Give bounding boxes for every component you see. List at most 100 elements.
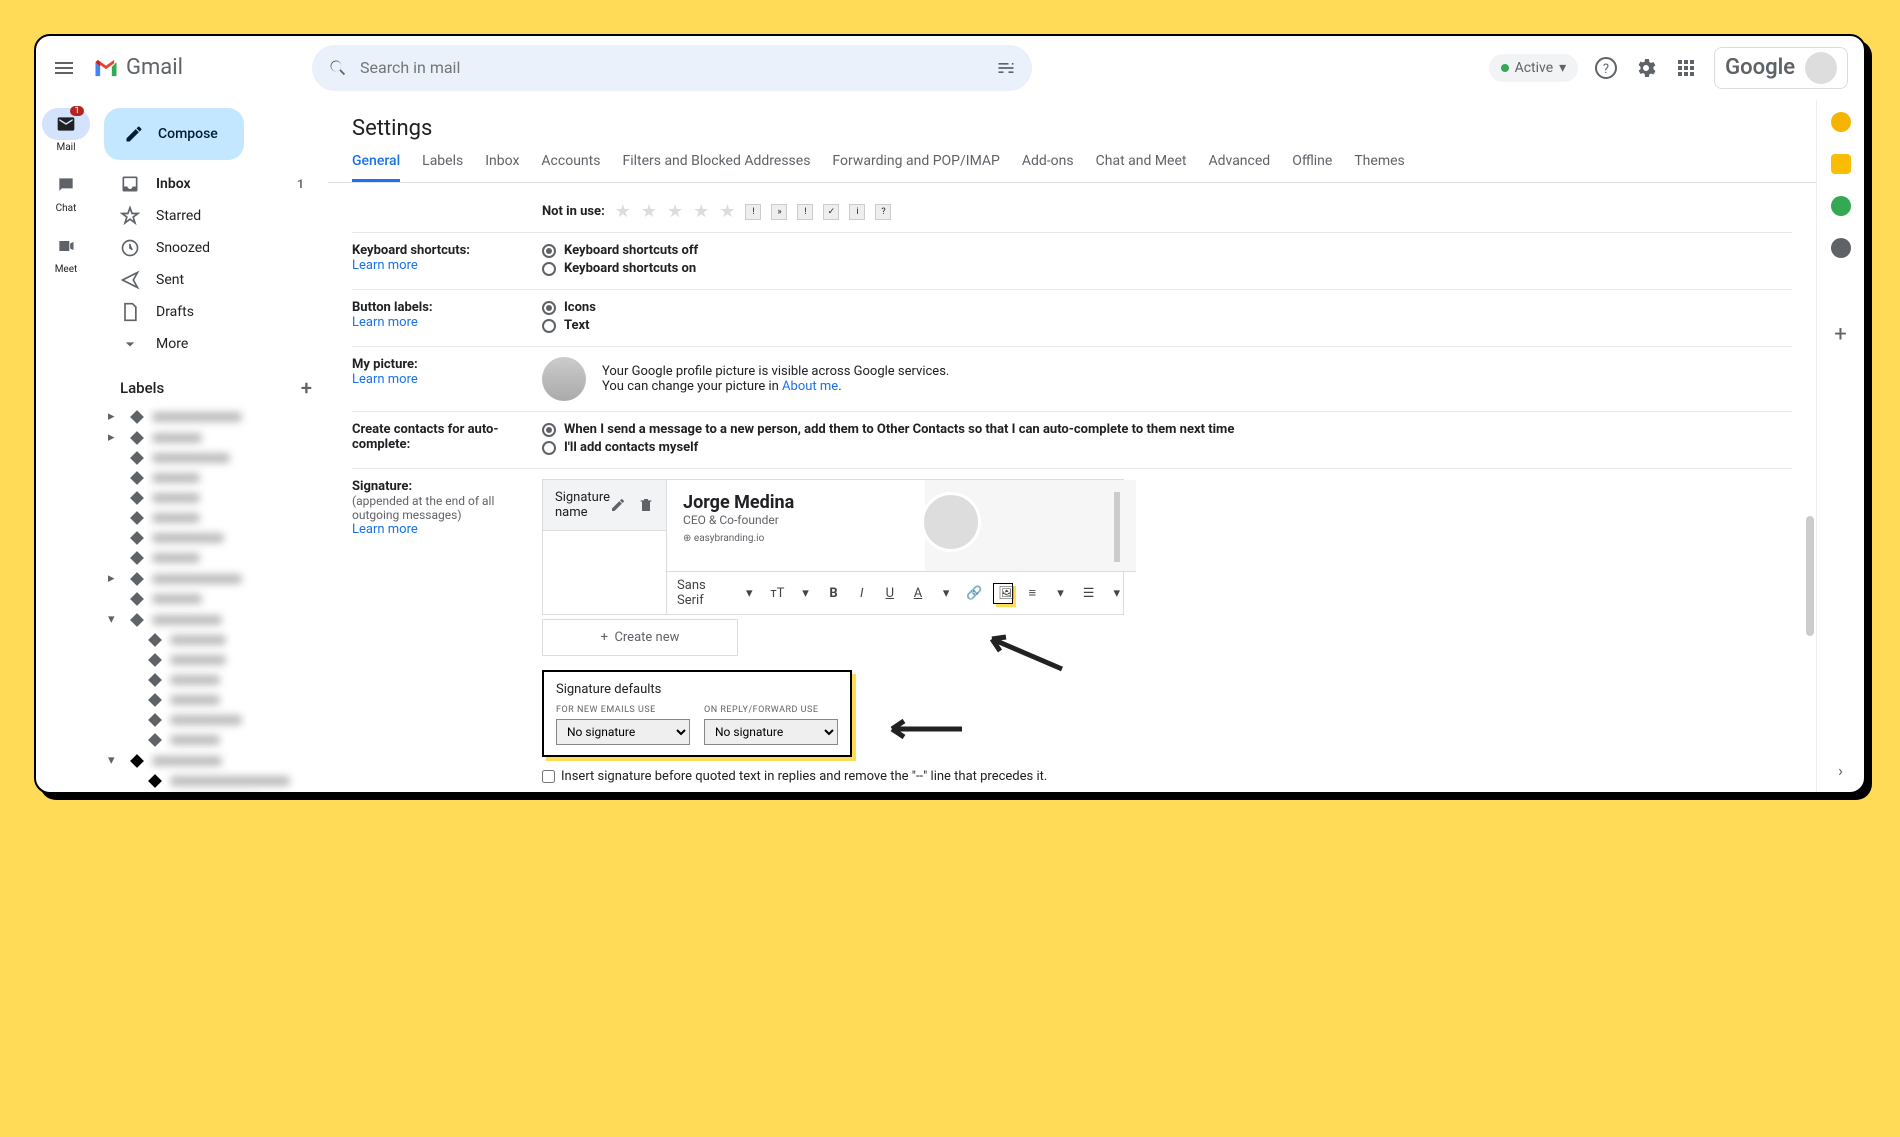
keep-icon[interactable] xyxy=(1831,112,1851,132)
tasks-icon[interactable] xyxy=(1831,196,1851,216)
plus-icon[interactable]: + xyxy=(301,376,312,400)
create-new-button[interactable]: + Create new xyxy=(542,619,738,656)
apps-icon[interactable] xyxy=(1674,56,1698,80)
image-icon[interactable]: 🖼 xyxy=(993,583,1013,604)
rail-chat[interactable]: Chat xyxy=(42,169,90,214)
label-item[interactable] xyxy=(96,791,328,792)
menu-icon[interactable] xyxy=(52,56,76,80)
label-item[interactable]: ▸ xyxy=(96,568,328,589)
priority-icon[interactable]: » xyxy=(771,204,787,220)
search-input[interactable] xyxy=(360,58,996,77)
radio[interactable] xyxy=(542,423,556,437)
star-icon[interactable]: ★ xyxy=(641,201,657,222)
gear-icon[interactable] xyxy=(1634,56,1658,80)
label-item[interactable] xyxy=(96,670,328,690)
radio[interactable] xyxy=(542,301,556,315)
sidebar-more[interactable]: More xyxy=(96,328,328,360)
tab-addons[interactable]: Add-ons xyxy=(1022,153,1074,182)
font-select[interactable]: Sans Serif xyxy=(677,578,730,608)
signature-preview[interactable]: Jorge Medina CEO & Co-founder ⊕ easybran… xyxy=(667,480,1136,572)
tab-chatmeet[interactable]: Chat and Meet xyxy=(1096,153,1187,182)
tab-inbox[interactable]: Inbox xyxy=(485,153,519,182)
label-item[interactable] xyxy=(96,710,328,730)
tab-general[interactable]: General xyxy=(352,153,400,182)
radio[interactable] xyxy=(542,441,556,455)
label-item[interactable] xyxy=(96,508,328,528)
learn-more-link[interactable]: Learn more xyxy=(352,258,542,273)
priority-icon[interactable]: ? xyxy=(875,204,891,220)
insert-before-checkbox[interactable] xyxy=(542,770,555,783)
label-item[interactable] xyxy=(96,589,328,609)
google-account[interactable]: Google xyxy=(1714,47,1848,89)
priority-icon[interactable]: ✓ xyxy=(823,204,839,220)
profile-picture[interactable] xyxy=(542,357,586,401)
learn-more-link[interactable]: Learn more xyxy=(352,372,542,387)
link-icon[interactable]: 🔗 xyxy=(965,586,983,601)
sidebar-starred[interactable]: Starred xyxy=(96,200,328,232)
label-item[interactable] xyxy=(96,468,328,488)
plus-icon[interactable]: + xyxy=(1834,322,1846,347)
sidebar-sent[interactable]: Sent xyxy=(96,264,328,296)
label-item[interactable] xyxy=(96,548,328,568)
learn-more-link[interactable]: Learn more xyxy=(352,522,542,537)
radio[interactable] xyxy=(542,262,556,276)
underline-icon[interactable]: U xyxy=(881,586,899,601)
text-color-icon[interactable]: A xyxy=(909,586,927,601)
tune-icon[interactable] xyxy=(996,58,1016,78)
on-reply-select[interactable]: No signature xyxy=(704,719,838,745)
logo[interactable]: Gmail xyxy=(92,54,312,82)
align-icon[interactable]: ≡ xyxy=(1023,585,1041,601)
label-item[interactable]: ▾ xyxy=(96,609,328,630)
radio[interactable] xyxy=(542,319,556,333)
scrollbar[interactable] xyxy=(1806,516,1814,636)
signature-name-row[interactable]: Signature name xyxy=(543,480,666,531)
italic-icon[interactable]: I xyxy=(853,586,871,601)
priority-icon[interactable]: ! xyxy=(797,204,813,220)
delete-icon[interactable] xyxy=(638,497,654,513)
tab-forwarding[interactable]: Forwarding and POP/IMAP xyxy=(832,153,999,182)
label-item[interactable] xyxy=(96,528,328,548)
list-icon[interactable]: ☰ xyxy=(1080,586,1098,601)
sidebar-snoozed[interactable]: Snoozed xyxy=(96,232,328,264)
search-bar[interactable] xyxy=(312,45,1032,91)
tab-offline[interactable]: Offline xyxy=(1292,153,1332,182)
text-size-icon[interactable]: тT xyxy=(768,586,786,601)
chevron-right-icon[interactable]: › xyxy=(1838,761,1843,780)
label-item[interactable] xyxy=(96,771,328,791)
label-item[interactable] xyxy=(96,488,328,508)
edit-icon[interactable] xyxy=(610,497,626,513)
label-item[interactable] xyxy=(96,650,328,670)
notes-icon[interactable] xyxy=(1831,154,1851,174)
star-icon[interactable]: ★ xyxy=(667,201,683,222)
chevron-down-icon[interactable]: ▾ xyxy=(1051,586,1069,601)
chevron-down-icon[interactable]: ▾ xyxy=(796,586,814,601)
rail-mail[interactable]: 1 Mail xyxy=(42,108,90,153)
priority-icon[interactable]: i xyxy=(849,204,865,220)
help-icon[interactable]: ? xyxy=(1594,56,1618,80)
chevron-down-icon[interactable]: ▾ xyxy=(937,586,955,601)
radio[interactable] xyxy=(542,244,556,258)
rail-meet[interactable]: Meet xyxy=(42,230,90,275)
tab-labels[interactable]: Labels xyxy=(422,153,463,182)
scrollbar[interactable] xyxy=(1114,492,1120,562)
learn-more-link[interactable]: Learn more xyxy=(352,315,542,330)
star-icon[interactable]: ★ xyxy=(719,201,735,222)
tab-accounts[interactable]: Accounts xyxy=(541,153,600,182)
avatar[interactable] xyxy=(1805,52,1837,84)
sidebar-inbox[interactable]: Inbox 1 xyxy=(96,168,328,200)
contacts-icon[interactable] xyxy=(1831,238,1851,258)
about-me-link[interactable]: About me xyxy=(782,379,838,394)
label-item[interactable]: ▸ xyxy=(96,427,328,448)
sidebar-drafts[interactable]: Drafts xyxy=(96,296,328,328)
for-new-select[interactable]: No signature xyxy=(556,719,690,745)
chevron-down-icon[interactable]: ▾ xyxy=(740,586,758,601)
label-item[interactable] xyxy=(96,730,328,750)
star-icon[interactable]: ★ xyxy=(693,201,709,222)
label-item[interactable]: ▾ xyxy=(96,750,328,771)
tab-advanced[interactable]: Advanced xyxy=(1208,153,1270,182)
label-item[interactable] xyxy=(96,630,328,650)
label-item[interactable] xyxy=(96,448,328,468)
star-icon[interactable]: ★ xyxy=(615,201,631,222)
label-item[interactable] xyxy=(96,690,328,710)
compose-button[interactable]: Compose xyxy=(104,108,244,160)
